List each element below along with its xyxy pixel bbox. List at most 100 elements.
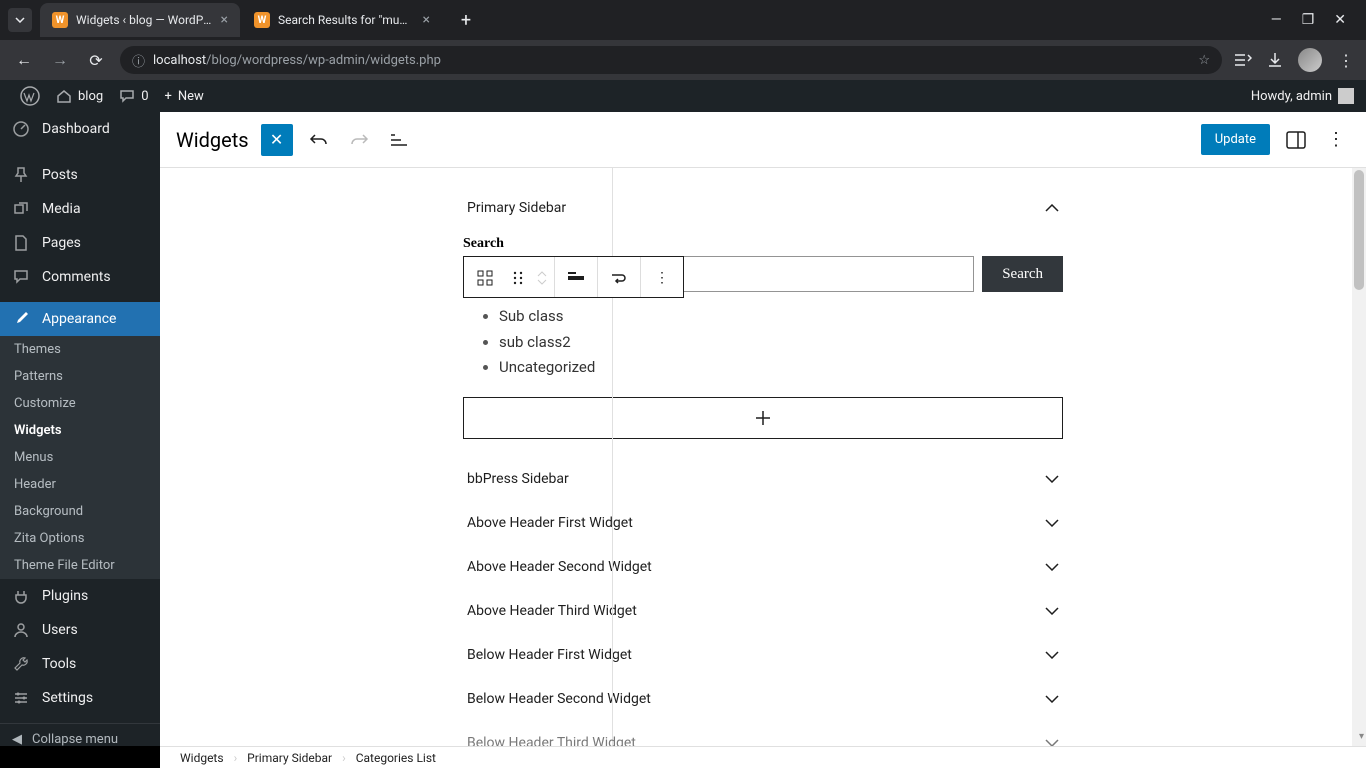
- update-button[interactable]: Update: [1201, 124, 1270, 155]
- options-menu-button[interactable]: ⋮: [1322, 126, 1350, 154]
- collapse-icon: ◀: [12, 732, 22, 746]
- submenu-widgets[interactable]: Widgets: [0, 417, 160, 444]
- collapse-label: Collapse menu: [32, 732, 118, 746]
- maximize-icon[interactable]: ❐: [1302, 12, 1315, 28]
- howdy-link[interactable]: Howdy, admin: [1251, 88, 1354, 104]
- tab-close-icon[interactable]: ×: [423, 12, 430, 28]
- menu-label: Comments: [42, 269, 111, 285]
- page-title: Widgets: [176, 128, 249, 152]
- menu-label: Users: [42, 622, 78, 638]
- menu-label: Media: [42, 201, 81, 217]
- close-inserter-button[interactable]: ✕: [261, 124, 293, 156]
- minimize-icon[interactable]: —: [1271, 12, 1282, 28]
- menu-media[interactable]: Media: [0, 192, 160, 226]
- search-button[interactable]: Search: [982, 256, 1063, 292]
- scrollbar[interactable]: ▾: [1352, 168, 1366, 746]
- more-options-button[interactable]: ⋮: [641, 257, 683, 299]
- reload-button[interactable]: ⟳: [84, 51, 108, 70]
- chevron-down-icon: [1045, 475, 1059, 483]
- star-icon[interactable]: ☆: [1198, 53, 1210, 68]
- comment-icon: [119, 89, 135, 103]
- chevron-down-icon: [1045, 563, 1059, 571]
- user-icon: [12, 621, 32, 639]
- menu-plugins[interactable]: Plugins: [0, 579, 160, 613]
- browser-tab-inactive[interactable]: W Search Results for "mumbai" – ×: [242, 3, 442, 37]
- plugin-icon: [12, 587, 32, 605]
- move-arrows[interactable]: [530, 257, 554, 299]
- toggle-label-button[interactable]: [555, 257, 597, 299]
- menu-tools[interactable]: Tools: [0, 647, 160, 681]
- scrollbar-thumb[interactable]: [1354, 170, 1364, 290]
- media-icon: [12, 200, 32, 218]
- menu-posts[interactable]: Posts: [0, 158, 160, 192]
- close-window-icon[interactable]: ✕: [1334, 12, 1346, 28]
- url-path: /blog/wordpress/wp-admin/widgets.php: [206, 53, 441, 68]
- menu-dashboard[interactable]: Dashboard: [0, 112, 160, 146]
- menu-pages[interactable]: Pages: [0, 226, 160, 260]
- submenu-header[interactable]: Header: [0, 471, 160, 498]
- menu-label: Plugins: [42, 588, 88, 604]
- user-avatar: [1338, 88, 1354, 104]
- howdy-text: Howdy, admin: [1251, 89, 1332, 104]
- crumb-widgets[interactable]: Widgets: [180, 751, 224, 765]
- menu-label: Posts: [42, 167, 78, 183]
- submenu-zita[interactable]: Zita Options: [0, 525, 160, 552]
- submenu-patterns[interactable]: Patterns: [0, 363, 160, 390]
- wp-admin-bar: blog 0 + New Howdy, admin: [0, 80, 1366, 112]
- submenu-menus[interactable]: Menus: [0, 444, 160, 471]
- block-type-icon[interactable]: [464, 257, 506, 299]
- window-controls: — ❐ ✕: [1271, 12, 1358, 28]
- redo-button[interactable]: [345, 126, 373, 154]
- submenu-background[interactable]: Background: [0, 498, 160, 525]
- site-info-icon[interactable]: ⓘ: [132, 51, 145, 70]
- scroll-down-arrow[interactable]: ▾: [1359, 731, 1364, 742]
- collapse-menu[interactable]: ◀ Collapse menu: [0, 723, 160, 746]
- editor-main: Widgets ✕ Update ⋮ Primary Sidebar Searc…: [160, 112, 1366, 746]
- comments-link[interactable]: 0: [111, 80, 156, 112]
- site-link[interactable]: blog: [48, 80, 111, 112]
- browser-menu-icon[interactable]: ⋮: [1338, 51, 1354, 70]
- address-bar[interactable]: ⓘ localhost/blog/wordpress/wp-admin/widg…: [120, 46, 1222, 74]
- widget-area-below-3[interactable]: Below Header Third Widget: [463, 721, 1063, 747]
- browser-tab-active[interactable]: W Widgets ‹ blog — WordPress ×: [40, 3, 240, 37]
- pin-icon: [12, 166, 32, 184]
- wordpress-favicon: W: [52, 12, 68, 28]
- wp-logo[interactable]: [12, 80, 48, 112]
- menu-settings[interactable]: Settings: [0, 681, 160, 715]
- crumb-separator: ›: [342, 751, 346, 765]
- chevron-down-icon: [1045, 739, 1059, 747]
- menu-appearance[interactable]: Appearance: [0, 302, 160, 336]
- admin-sidebar: Dashboard Posts Media Pages Comments App…: [0, 112, 160, 746]
- crumb-categories[interactable]: Categories List: [356, 751, 436, 765]
- crumb-primary[interactable]: Primary Sidebar: [247, 751, 332, 765]
- wrench-icon: [12, 655, 32, 673]
- reading-list-icon[interactable]: [1234, 53, 1252, 67]
- settings-panel-toggle[interactable]: [1282, 126, 1310, 154]
- drag-handle-icon[interactable]: [506, 257, 530, 299]
- tab-close-icon[interactable]: ×: [221, 12, 228, 28]
- plus-icon: +: [165, 89, 172, 104]
- menu-comments[interactable]: Comments: [0, 260, 160, 294]
- new-tab-button[interactable]: +: [452, 6, 480, 34]
- document-overview-button[interactable]: [385, 126, 413, 154]
- tab-search-dropdown[interactable]: [8, 8, 32, 32]
- submenu-theme-editor[interactable]: Theme File Editor: [0, 552, 160, 579]
- sliders-icon: [12, 689, 32, 707]
- menu-label: Pages: [42, 235, 81, 251]
- button-position-button[interactable]: [598, 257, 640, 299]
- menu-users[interactable]: Users: [0, 613, 160, 647]
- profile-avatar[interactable]: [1298, 48, 1322, 72]
- back-button[interactable]: ←: [12, 50, 36, 70]
- page-icon: [12, 234, 32, 252]
- chevron-down-icon: [1045, 607, 1059, 615]
- undo-button[interactable]: [305, 126, 333, 154]
- downloads-icon[interactable]: [1268, 52, 1282, 68]
- submenu-customize[interactable]: Customize: [0, 390, 160, 417]
- menu-label: Dashboard: [42, 121, 110, 137]
- new-link[interactable]: + New: [157, 80, 212, 112]
- submenu-themes[interactable]: Themes: [0, 336, 160, 363]
- forward-button[interactable]: →: [48, 50, 72, 70]
- menu-label: Settings: [42, 690, 93, 706]
- crumb-separator: ›: [234, 751, 238, 765]
- chevron-up-icon: [1045, 204, 1059, 212]
